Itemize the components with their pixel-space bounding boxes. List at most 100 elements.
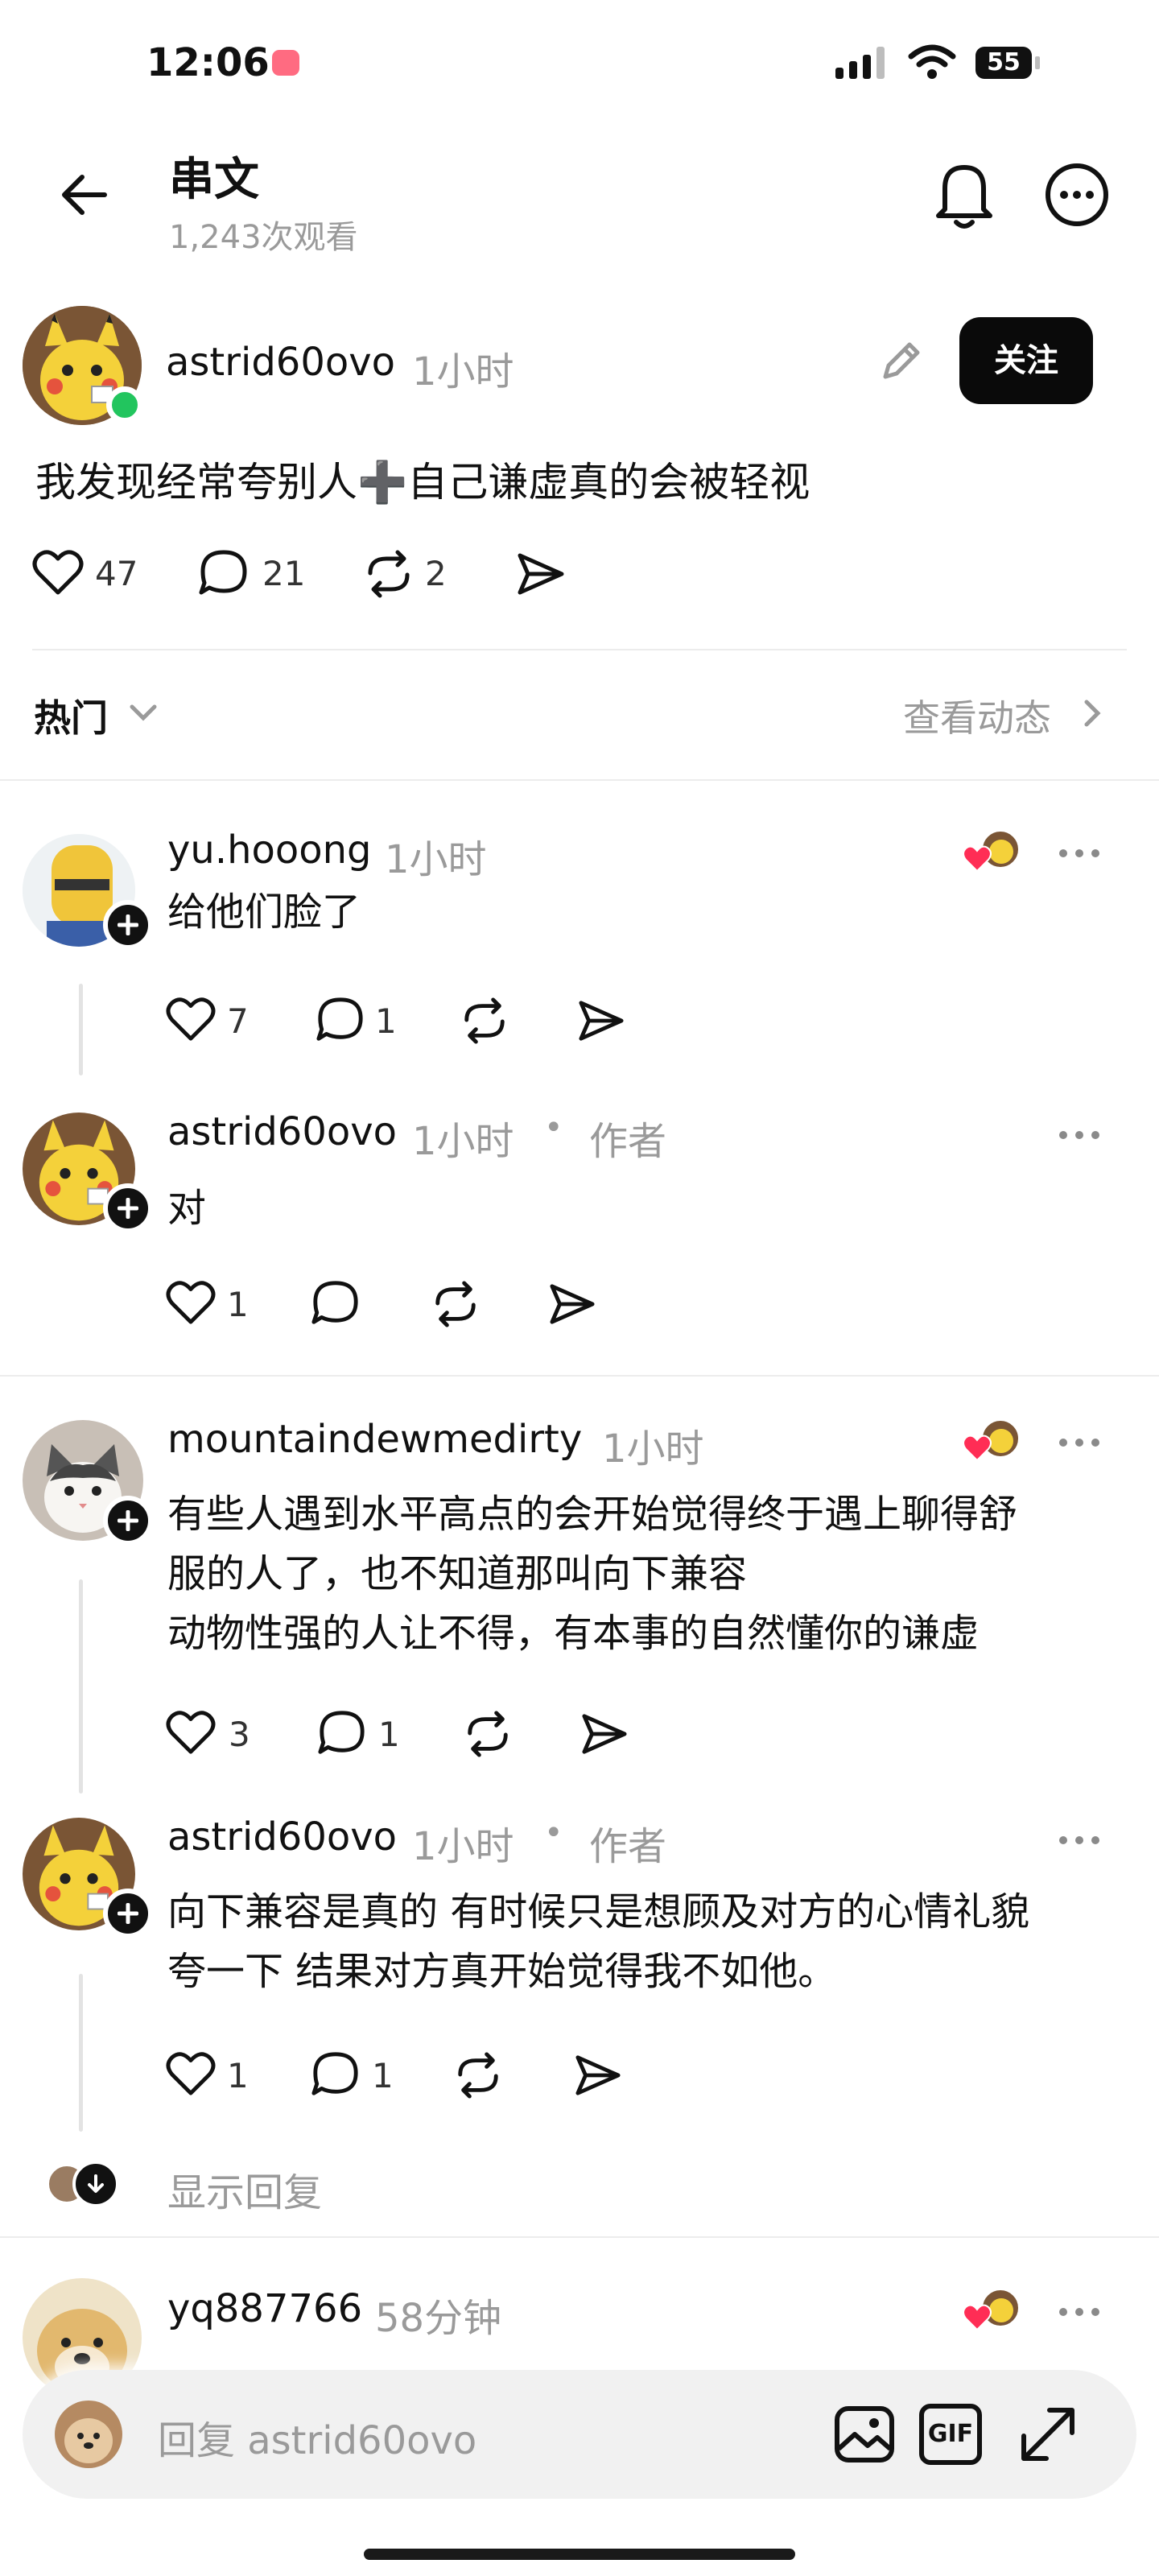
section-divider	[0, 779, 1159, 781]
sort-dropdown[interactable]: 热门	[34, 689, 108, 742]
share-send-icon[interactable]	[547, 1282, 597, 1327]
follow-plus-icon[interactable]	[103, 1496, 153, 1546]
repost-icon[interactable]	[430, 1280, 481, 1328]
repost-icon[interactable]	[362, 549, 415, 599]
follow-button-label: 关注	[994, 342, 1058, 379]
heart-filled-icon	[963, 845, 992, 873]
comment-count: 1	[378, 1715, 400, 1754]
replies-avatar-stack[interactable]	[47, 2161, 127, 2209]
status-time: 12:06	[146, 40, 270, 85]
comment-count: 21	[262, 554, 306, 593]
reply-username[interactable]: astrid60ovo	[167, 1109, 397, 1154]
chevron-down-icon[interactable]	[129, 702, 158, 723]
more-options-button[interactable]	[1059, 1435, 1107, 1450]
share-send-icon[interactable]	[580, 1711, 629, 1757]
reply-text-line: 向下兼容是真的 有时候只是想顾及对方的心情礼貌	[167, 1889, 1030, 1934]
like-count: 1	[227, 1285, 249, 1324]
comment-bubble-icon[interactable]	[311, 2050, 361, 2099]
comment-bubble-icon[interactable]	[316, 995, 365, 1045]
comment-bubble-icon[interactable]	[311, 1278, 361, 1328]
repost-icon[interactable]	[452, 2051, 504, 2099]
reply-text-line: 有些人遇到水平高点的会开始觉得终于遇上聊得舒	[167, 1492, 1018, 1537]
comment-bubble-icon[interactable]	[198, 547, 250, 599]
like-heart-icon[interactable]	[166, 1280, 216, 1327]
comment-bubble-icon[interactable]	[317, 1708, 367, 1758]
view-activity-link[interactable]: 查看动态	[903, 689, 1051, 742]
reply-username[interactable]: yu.hooong	[167, 828, 372, 873]
comment-count: 1	[372, 2056, 394, 2095]
more-options-button[interactable]	[1059, 2304, 1107, 2319]
reply-composer: 回复 astrid60ovo GIF	[23, 2370, 1136, 2499]
section-divider	[0, 1375, 1159, 1377]
reply-username[interactable]: mountaindewmedirty	[167, 1417, 582, 1462]
battery-level: 55	[987, 48, 1021, 76]
like-heart-icon[interactable]	[166, 1710, 216, 1757]
wifi-icon	[908, 44, 956, 79]
battery-icon: 55	[975, 47, 1032, 79]
gif-label: GIF	[927, 2420, 974, 2448]
image-attach-icon[interactable]	[832, 2404, 897, 2465]
cellular-signal-icon	[835, 47, 885, 79]
follow-plus-icon[interactable]	[103, 900, 153, 950]
post-username[interactable]: astrid60ovo	[166, 340, 395, 385]
liked-by-author-badge	[963, 829, 1021, 877]
view-activity-label: 查看动态	[903, 696, 1051, 740]
reply-username[interactable]: astrid60ovo	[167, 1814, 397, 1860]
share-send-icon[interactable]	[515, 551, 567, 597]
repost-count: 2	[425, 554, 447, 593]
reply-text: 对	[167, 1186, 207, 1231]
notification-app-icon	[272, 50, 299, 76]
gif-button[interactable]: GIF	[919, 2404, 982, 2465]
separator-dot: •	[544, 1814, 563, 1852]
chevron-right-icon[interactable]	[1082, 697, 1103, 729]
reply-time: 1小时	[412, 1119, 514, 1164]
thread-line	[79, 1974, 83, 2132]
more-options-button[interactable]	[1059, 1832, 1107, 1847]
like-count: 3	[229, 1715, 250, 1754]
section-divider	[0, 2236, 1159, 2238]
share-send-icon[interactable]	[576, 998, 626, 1043]
liked-by-author-badge	[963, 2288, 1021, 2336]
reply-text-line: 夸一下 结果对方真开始觉得我不如他。	[167, 1949, 837, 1994]
reply-text-line: 动物性强的人让不得，有本事的自然懂你的谦虚	[167, 1611, 980, 1656]
like-count: 7	[227, 1001, 249, 1041]
more-options-icon[interactable]	[1043, 161, 1111, 229]
more-options-button[interactable]	[1059, 1127, 1107, 1142]
heart-filled-icon	[963, 2304, 992, 2331]
reply-time: 1小时	[602, 1426, 704, 1472]
like-count: 47	[95, 554, 138, 593]
like-heart-icon[interactable]	[32, 549, 84, 597]
follow-button[interactable]: 关注	[959, 317, 1093, 404]
edit-pencil-icon[interactable]	[877, 338, 924, 385]
home-indicator	[364, 2549, 795, 2560]
divider	[32, 649, 1127, 650]
comment-count: 1	[375, 1001, 397, 1041]
repost-icon[interactable]	[459, 997, 510, 1045]
back-arrow-icon[interactable]	[58, 169, 109, 221]
expand-icon[interactable]	[1016, 2402, 1080, 2467]
arrow-down-icon	[88, 2174, 104, 2193]
thread-line	[79, 1579, 83, 1794]
share-send-icon[interactable]	[573, 2053, 623, 2098]
bell-icon[interactable]	[932, 158, 996, 230]
reply-time: 58分钟	[375, 2296, 502, 2341]
repost-icon[interactable]	[462, 1710, 514, 1758]
reply-username[interactable]: yq887766	[167, 2286, 362, 2331]
reply-time: 1小时	[412, 1824, 514, 1869]
reply-text: 给他们脸了	[167, 890, 361, 935]
post-text: 我发现经常夸别人➕自己谦虚真的会被轻视	[35, 459, 810, 506]
show-replies-link[interactable]: 显示回复	[167, 2161, 322, 2217]
like-heart-icon[interactable]	[166, 2051, 216, 2098]
author-label: 作者	[589, 1824, 667, 1869]
more-options-button[interactable]	[1059, 845, 1107, 861]
composer-avatar	[55, 2401, 122, 2468]
reply-text-line: 服的人了，也不知道那叫向下兼容	[167, 1551, 748, 1596]
view-count: 1,243次观看	[169, 219, 358, 256]
online-status-dot	[106, 386, 143, 423]
follow-plus-icon[interactable]	[103, 1183, 153, 1233]
reply-time: 1小时	[385, 837, 487, 882]
like-heart-icon[interactable]	[166, 997, 216, 1043]
follow-plus-icon[interactable]	[103, 1889, 153, 1938]
reply-input[interactable]: 回复 astrid60ovo	[158, 2409, 476, 2465]
author-label: 作者	[589, 1119, 667, 1164]
